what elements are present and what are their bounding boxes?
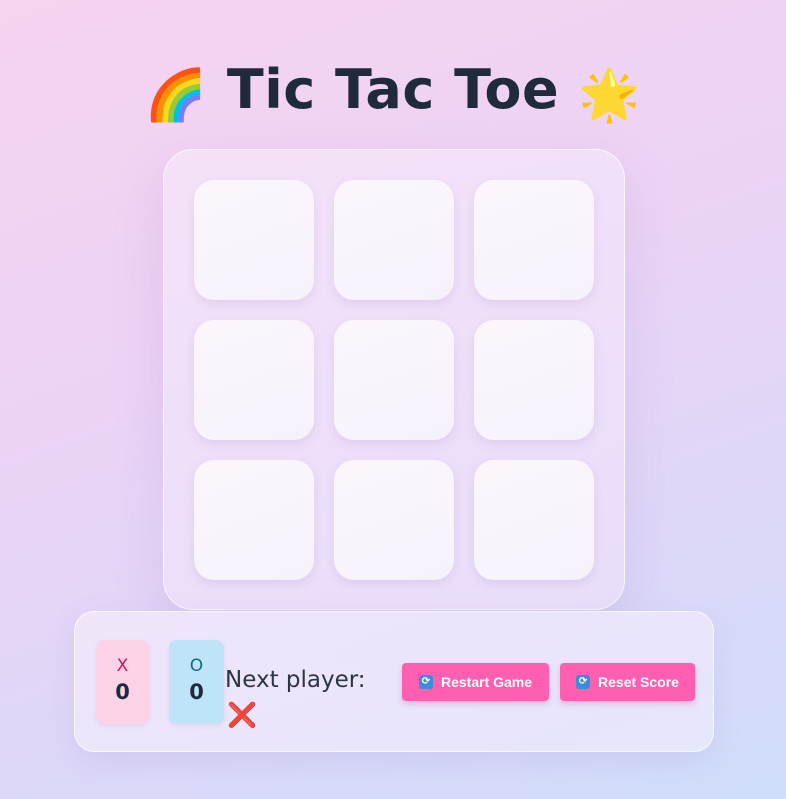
board-cell-8[interactable]: [334, 460, 454, 580]
title-text: Tic Tac Toe: [226, 58, 560, 121]
next-player-label: Next player:: [225, 667, 366, 693]
control-panel: X 0 O 0 Next player: ❌ ⟳ Restart Game ⟳ …: [74, 611, 714, 752]
restart-game-button[interactable]: ⟳ Restart Game: [402, 663, 549, 701]
board-cell-5[interactable]: [334, 320, 454, 440]
page-title: 🌈 Tic Tac Toe 🌟: [0, 58, 786, 125]
star-icon: 🌟: [578, 66, 642, 124]
score-x-value: 0: [115, 680, 130, 704]
score-o-value: 0: [189, 680, 204, 704]
refresh-icon: ⟳: [576, 675, 591, 689]
board-cell-3[interactable]: [474, 180, 594, 300]
refresh-icon: ⟳: [418, 675, 433, 689]
rainbow-icon: 🌈: [144, 66, 208, 124]
restart-game-label: Restart Game: [440, 674, 533, 690]
next-player-x-icon: ❌: [227, 701, 257, 729]
board-cell-4[interactable]: [194, 320, 314, 440]
score-x-label: X: [116, 656, 129, 676]
game-board: [163, 149, 625, 610]
board-cell-7[interactable]: [194, 460, 314, 580]
score-card-o: O 0: [169, 640, 224, 724]
reset-score-label: Reset Score: [598, 674, 679, 690]
reset-score-button[interactable]: ⟳ Reset Score: [560, 663, 695, 701]
board-cell-1[interactable]: [194, 180, 314, 300]
board-cell-9[interactable]: [474, 460, 594, 580]
score-card-x: X 0: [96, 640, 149, 724]
board-cell-6[interactable]: [474, 320, 594, 440]
board-cell-2[interactable]: [334, 180, 454, 300]
score-o-label: O: [189, 656, 204, 676]
